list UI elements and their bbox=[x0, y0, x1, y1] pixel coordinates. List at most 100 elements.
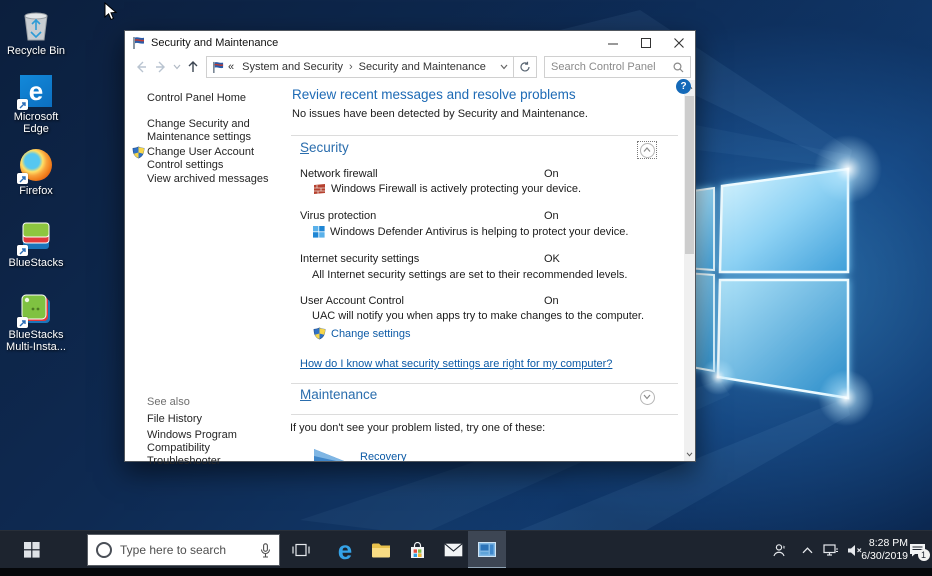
desktop-icon-recycle-bin[interactable]: Recycle Bin bbox=[0, 8, 72, 57]
desktop-icon-label: BlueStacks bbox=[8, 257, 63, 269]
taskbar-search-input[interactable] bbox=[120, 543, 260, 557]
close-button[interactable] bbox=[662, 31, 695, 54]
microphone-icon[interactable] bbox=[260, 543, 271, 558]
scroll-down-icon[interactable] bbox=[684, 447, 695, 461]
sidebar-item-change-security-settings[interactable]: Change Security and Maintenance settings bbox=[147, 118, 275, 144]
change-settings-row[interactable]: Change settings bbox=[313, 327, 411, 340]
desktop-icon-bluestacks-multi[interactable]: BlueStacks Multi-Insta... bbox=[0, 292, 72, 353]
taskbar-store-icon[interactable] bbox=[400, 531, 434, 569]
taskbar-edge-icon[interactable]: e bbox=[328, 531, 362, 569]
desktop-icon-firefox[interactable]: Firefox bbox=[0, 148, 72, 197]
help-button[interactable]: ? bbox=[676, 79, 691, 94]
status-value: On bbox=[544, 210, 559, 222]
sidebar-item-control-panel-home[interactable]: Control Panel Home bbox=[147, 92, 275, 105]
desktop-icon-label: Firefox bbox=[19, 185, 53, 197]
problem-line: If you don't see your problem listed, tr… bbox=[290, 422, 545, 434]
see-also-heading: See also bbox=[147, 396, 275, 409]
breadcrumb-system-and-security[interactable]: System and Security bbox=[242, 61, 343, 73]
expand-maintenance-button[interactable] bbox=[637, 388, 657, 406]
sidebar-item-view-archived-messages[interactable]: View archived messages bbox=[147, 173, 275, 186]
defender-icon bbox=[313, 226, 325, 238]
sidebar-item-program-compatibility[interactable]: Windows Program Compatibility Troublesho… bbox=[147, 429, 275, 468]
address-bar[interactable]: « System and Security › Security and Mai… bbox=[206, 56, 514, 78]
shortcut-arrow-icon bbox=[17, 99, 28, 110]
main-content: Review recent messages and resolve probl… bbox=[286, 80, 684, 461]
divider bbox=[291, 135, 678, 136]
vertical-scrollbar[interactable] bbox=[684, 80, 695, 461]
action-center-button[interactable]: 1 bbox=[902, 531, 932, 569]
control-panel-search[interactable] bbox=[544, 56, 691, 78]
maintenance-section-title: Maintenance bbox=[300, 387, 377, 402]
window-titlebar[interactable]: Security and Maintenance bbox=[125, 31, 695, 54]
firefox-icon bbox=[19, 148, 53, 182]
item-description: Windows Firewall is actively protecting … bbox=[313, 183, 581, 195]
navigation-toolbar: « System and Security › Security and Mai… bbox=[125, 54, 695, 80]
collapse-security-button[interactable] bbox=[637, 141, 657, 159]
change-settings-link[interactable]: Change settings bbox=[331, 328, 411, 340]
network-icon[interactable] bbox=[818, 531, 844, 569]
maximize-button[interactable] bbox=[629, 31, 662, 54]
people-icon[interactable] bbox=[764, 531, 794, 569]
back-icon[interactable] bbox=[131, 57, 151, 77]
edge-icon: e bbox=[19, 74, 53, 108]
shortcut-arrow-icon bbox=[17, 173, 28, 184]
shortcut-arrow-icon bbox=[17, 317, 28, 328]
firewall-icon bbox=[313, 183, 326, 195]
sidebar-item-change-uac-settings[interactable]: Change User Account Control settings bbox=[147, 146, 275, 172]
bluestacks-multi-icon bbox=[19, 292, 53, 326]
mouse-cursor bbox=[104, 2, 118, 27]
up-icon[interactable] bbox=[183, 57, 203, 77]
scrollbar-thumb[interactable] bbox=[685, 96, 694, 254]
taskbar: e bbox=[0, 530, 932, 568]
taskbar-active-security-maintenance[interactable] bbox=[468, 531, 506, 569]
cortana-icon bbox=[96, 542, 112, 558]
item-label: Internet security settings bbox=[300, 253, 419, 265]
item-description: UAC will notify you when apps try to mak… bbox=[312, 310, 644, 322]
breadcrumb-prefix[interactable]: « bbox=[228, 61, 234, 73]
window-title: Security and Maintenance bbox=[151, 37, 278, 49]
status-value: On bbox=[544, 168, 559, 180]
desktop-icon-label: Microsoft Edge bbox=[1, 111, 71, 135]
taskbar-file-explorer-icon[interactable] bbox=[364, 531, 398, 569]
page-title: Review recent messages and resolve probl… bbox=[292, 87, 576, 102]
status-line: No issues have been detected by Security… bbox=[292, 108, 588, 120]
recycle-bin-icon bbox=[19, 8, 53, 42]
desktop-icon-label: Recycle Bin bbox=[7, 45, 65, 57]
search-input[interactable] bbox=[551, 61, 673, 73]
taskbar-mail-icon[interactable] bbox=[436, 531, 470, 569]
flag-icon bbox=[132, 36, 145, 49]
breadcrumb-separator: › bbox=[349, 61, 353, 73]
control-panel-sidebar: Control Panel Home Change Security and M… bbox=[125, 80, 286, 461]
recovery-icon bbox=[314, 448, 354, 461]
item-description: Windows Defender Antivirus is helping to… bbox=[313, 226, 628, 238]
uac-shield-icon bbox=[132, 146, 145, 162]
sidebar-item-file-history[interactable]: File History bbox=[147, 413, 275, 426]
notification-badge: 1 bbox=[918, 549, 930, 561]
taskbar-search[interactable] bbox=[87, 534, 280, 566]
security-help-link[interactable]: How do I know what security settings are… bbox=[300, 358, 612, 370]
security-and-maintenance-window: Security and Maintenance bbox=[124, 30, 696, 462]
recent-pages-chevron-icon[interactable] bbox=[171, 57, 183, 77]
search-icon bbox=[673, 62, 684, 73]
breadcrumb-security-and-maintenance[interactable]: Security and Maintenance bbox=[359, 61, 486, 73]
tray-chevron-up-icon[interactable] bbox=[794, 531, 820, 569]
start-button[interactable] bbox=[12, 531, 52, 569]
forward-icon[interactable] bbox=[151, 57, 171, 77]
status-value: On bbox=[544, 295, 559, 307]
taskbar-clock[interactable]: 8:28 PM 6/30/2019 bbox=[856, 531, 908, 569]
refresh-icon[interactable] bbox=[514, 56, 537, 78]
desktop-icon-microsoft-edge[interactable]: e Microsoft Edge bbox=[0, 74, 72, 135]
shortcut-arrow-icon bbox=[17, 245, 28, 256]
divider bbox=[291, 414, 678, 415]
recovery-link[interactable]: Recovery bbox=[360, 451, 406, 461]
desktop-icon-bluestacks[interactable]: BlueStacks bbox=[0, 220, 72, 269]
clock-date: 6/30/2019 bbox=[861, 550, 908, 563]
uac-shield-icon bbox=[313, 327, 326, 340]
item-label: User Account Control bbox=[300, 295, 404, 307]
address-dropdown-icon[interactable] bbox=[500, 62, 508, 72]
security-section-title: Security bbox=[300, 140, 349, 155]
minimize-button[interactable] bbox=[596, 31, 629, 54]
item-label: Virus protection bbox=[300, 210, 376, 222]
task-view-button[interactable] bbox=[284, 531, 318, 569]
security-maintenance-window-icon bbox=[478, 542, 496, 557]
